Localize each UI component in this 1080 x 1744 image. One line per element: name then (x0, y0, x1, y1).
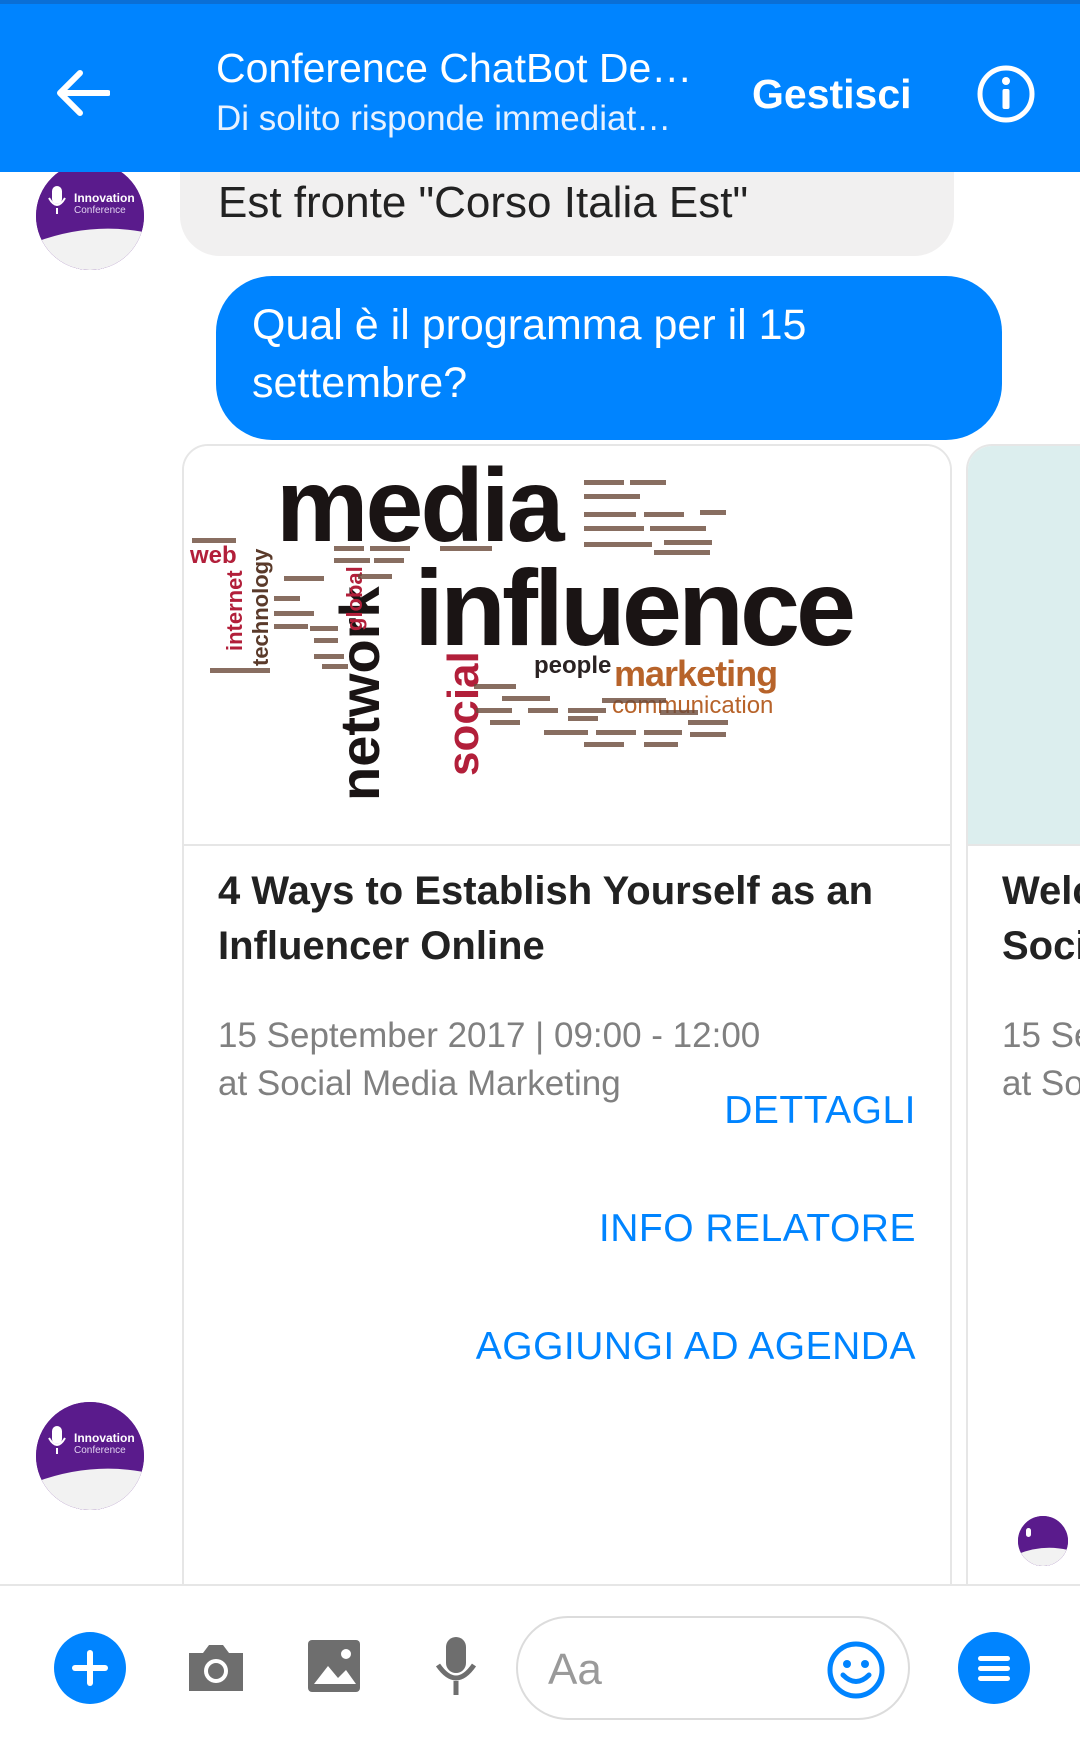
event-card[interactable]: media influence network social marketing… (182, 444, 952, 1686)
avatar-label: Innovation (74, 191, 135, 205)
details-button[interactable]: DETTAGLI (724, 1086, 916, 1136)
conversation-title: Conference ChatBot De… (216, 45, 693, 91)
message-list[interactable]: Innovation Conference Est fronte "Corso … (0, 152, 1080, 1686)
event-date-time: 15 September 2017 | 09:00 - 12:00 (218, 1016, 761, 1055)
wordcloud-people: people (534, 652, 612, 679)
wordcloud-influence: influence (414, 547, 856, 668)
avatar-sublabel: Conference (74, 1445, 126, 1456)
avatar-label: Innovation (74, 1431, 135, 1445)
messenger-screen: Conference ChatBot De… Di solito rispond… (0, 0, 1080, 1744)
wordcloud-social: social (439, 651, 488, 776)
back-button[interactable] (50, 60, 116, 126)
bot-avatar[interactable]: Innovation Conference (36, 162, 144, 270)
incoming-message-text: Est fronte "Corso Italia Est" (218, 178, 749, 227)
composer-toolbar (0, 1584, 1080, 1744)
innovation-logo-icon (36, 1402, 144, 1510)
info-icon (977, 65, 1035, 123)
gallery-button[interactable] (304, 1636, 364, 1696)
microphone-icon (435, 1637, 477, 1695)
outgoing-message-text: Qual è il programma per il 15 settembre? (252, 301, 807, 407)
message-input[interactable] (548, 1640, 808, 1700)
conversation-header: Conference ChatBot De… Di solito rispond… (0, 0, 1080, 172)
camera-icon (189, 1645, 243, 1691)
wordcloud-technology: technology (248, 548, 273, 666)
speaker-info-button[interactable]: INFO RELATORE (599, 1204, 916, 1254)
event-title-next: Welc Soci (1002, 864, 1080, 974)
read-receipt-avatar (1018, 1516, 1068, 1566)
bot-avatar-bottom[interactable]: Innovation Conference (36, 1402, 144, 1510)
plus-icon (54, 1632, 126, 1704)
innovation-logo-icon (36, 162, 144, 270)
wordcloud-communication: communication (612, 692, 774, 719)
conversation-subtitle: Di solito risponde immediat… (216, 99, 672, 138)
wordcloud-web: web (190, 542, 237, 569)
event-image-next[interactable] (968, 446, 1080, 846)
event-meta-next: 15 Se at So (1002, 1012, 1080, 1108)
back-arrow-icon (57, 70, 110, 116)
event-date-next: 15 Se (1002, 1016, 1080, 1055)
camera-button[interactable] (184, 1636, 248, 1700)
outgoing-message-bubble[interactable]: Qual è il programma per il 15 settembre? (216, 276, 1002, 440)
avatar-sublabel: Conference (74, 205, 126, 216)
conversation-title-block[interactable]: Conference ChatBot De… Di solito rispond… (216, 42, 696, 144)
voice-button[interactable] (426, 1632, 486, 1702)
add-to-agenda-button[interactable]: AGGIUNGI AD AGENDA (476, 1322, 916, 1372)
event-title: 4 Ways to Establish Yourself as an Influ… (218, 869, 874, 968)
manage-button[interactable]: Gestisci (752, 64, 912, 124)
menu-button[interactable] (958, 1632, 1030, 1704)
innovation-logo-icon (1018, 1516, 1068, 1566)
wordcloud-marketing: marketing (614, 653, 778, 694)
menu-icon (958, 1632, 1030, 1704)
wordcloud-global: global (342, 566, 367, 631)
emoji-button[interactable] (826, 1640, 886, 1700)
image-icon (308, 1640, 360, 1692)
event-title-next-line2: Soci (1002, 924, 1080, 968)
message-composer[interactable] (516, 1616, 910, 1720)
event-card-next[interactable]: Welc Soci 15 Se at So (966, 444, 1080, 1686)
event-image[interactable]: media influence network social marketing… (184, 446, 950, 846)
info-button[interactable] (976, 64, 1036, 124)
more-actions-button[interactable] (54, 1632, 126, 1704)
smiley-icon (827, 1641, 885, 1699)
wordcloud-internet: internet (222, 570, 247, 651)
event-title-next-line1: Welc (1002, 869, 1080, 913)
event-location-next: at So (1002, 1064, 1080, 1103)
wordcloud-media: media (276, 448, 565, 564)
